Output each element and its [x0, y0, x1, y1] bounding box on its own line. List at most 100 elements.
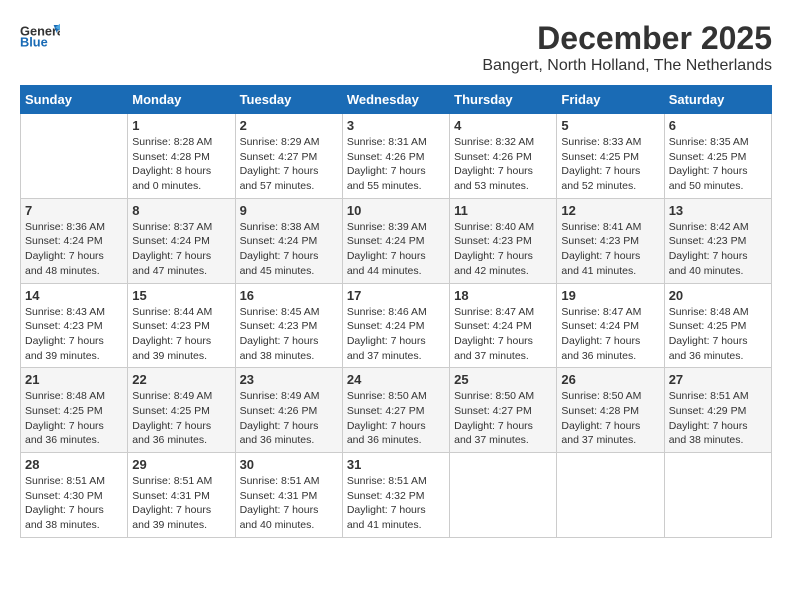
day-info: Sunrise: 8:49 AM Sunset: 4:26 PM Dayligh…	[240, 389, 338, 448]
day-number: 10	[347, 203, 445, 218]
day-number: 26	[561, 372, 659, 387]
day-info: Sunrise: 8:46 AM Sunset: 4:24 PM Dayligh…	[347, 305, 445, 364]
day-info: Sunrise: 8:37 AM Sunset: 4:24 PM Dayligh…	[132, 220, 230, 279]
day-number: 14	[25, 288, 123, 303]
calendar-cell: 22 Sunrise: 8:49 AM Sunset: 4:25 PM Dayl…	[128, 368, 235, 453]
calendar-cell: 28 Sunrise: 8:51 AM Sunset: 4:30 PM Dayl…	[21, 453, 128, 538]
day-number: 16	[240, 288, 338, 303]
day-info: Sunrise: 8:42 AM Sunset: 4:23 PM Dayligh…	[669, 220, 767, 279]
calendar-table: SundayMondayTuesdayWednesdayThursdayFrid…	[20, 85, 772, 538]
calendar-cell: 30 Sunrise: 8:51 AM Sunset: 4:31 PM Dayl…	[235, 453, 342, 538]
day-info: Sunrise: 8:50 AM Sunset: 4:27 PM Dayligh…	[454, 389, 552, 448]
day-number: 23	[240, 372, 338, 387]
calendar-cell: 6 Sunrise: 8:35 AM Sunset: 4:25 PM Dayli…	[664, 114, 771, 199]
day-info: Sunrise: 8:35 AM Sunset: 4:25 PM Dayligh…	[669, 135, 767, 194]
day-number: 31	[347, 457, 445, 472]
logo-icon: General Blue	[20, 20, 60, 50]
calendar-cell: 26 Sunrise: 8:50 AM Sunset: 4:28 PM Dayl…	[557, 368, 664, 453]
day-info: Sunrise: 8:38 AM Sunset: 4:24 PM Dayligh…	[240, 220, 338, 279]
day-number: 3	[347, 118, 445, 133]
weekday-header-sunday: Sunday	[21, 86, 128, 114]
day-number: 2	[240, 118, 338, 133]
weekday-header-tuesday: Tuesday	[235, 86, 342, 114]
day-info: Sunrise: 8:48 AM Sunset: 4:25 PM Dayligh…	[25, 389, 123, 448]
calendar-cell: 20 Sunrise: 8:48 AM Sunset: 4:25 PM Dayl…	[664, 283, 771, 368]
weekday-header-wednesday: Wednesday	[342, 86, 449, 114]
calendar-cell: 14 Sunrise: 8:43 AM Sunset: 4:23 PM Dayl…	[21, 283, 128, 368]
day-info: Sunrise: 8:51 AM Sunset: 4:31 PM Dayligh…	[132, 474, 230, 533]
day-info: Sunrise: 8:51 AM Sunset: 4:29 PM Dayligh…	[669, 389, 767, 448]
day-info: Sunrise: 8:43 AM Sunset: 4:23 PM Dayligh…	[25, 305, 123, 364]
day-info: Sunrise: 8:32 AM Sunset: 4:26 PM Dayligh…	[454, 135, 552, 194]
day-info: Sunrise: 8:50 AM Sunset: 4:27 PM Dayligh…	[347, 389, 445, 448]
weekday-header-friday: Friday	[557, 86, 664, 114]
day-number: 4	[454, 118, 552, 133]
day-number: 19	[561, 288, 659, 303]
day-number: 25	[454, 372, 552, 387]
day-info: Sunrise: 8:29 AM Sunset: 4:27 PM Dayligh…	[240, 135, 338, 194]
calendar-cell	[450, 453, 557, 538]
calendar-cell: 5 Sunrise: 8:33 AM Sunset: 4:25 PM Dayli…	[557, 114, 664, 199]
calendar-cell: 21 Sunrise: 8:48 AM Sunset: 4:25 PM Dayl…	[21, 368, 128, 453]
day-info: Sunrise: 8:41 AM Sunset: 4:23 PM Dayligh…	[561, 220, 659, 279]
day-number: 20	[669, 288, 767, 303]
day-number: 28	[25, 457, 123, 472]
calendar-cell: 16 Sunrise: 8:45 AM Sunset: 4:23 PM Dayl…	[235, 283, 342, 368]
page-header: General Blue December 2025 Bangert, Nort…	[20, 20, 772, 75]
calendar-cell: 1 Sunrise: 8:28 AM Sunset: 4:28 PM Dayli…	[128, 114, 235, 199]
calendar-cell: 18 Sunrise: 8:47 AM Sunset: 4:24 PM Dayl…	[450, 283, 557, 368]
calendar-week-row: 28 Sunrise: 8:51 AM Sunset: 4:30 PM Dayl…	[21, 453, 772, 538]
day-number: 29	[132, 457, 230, 472]
day-info: Sunrise: 8:45 AM Sunset: 4:23 PM Dayligh…	[240, 305, 338, 364]
calendar-cell: 19 Sunrise: 8:47 AM Sunset: 4:24 PM Dayl…	[557, 283, 664, 368]
calendar-cell: 9 Sunrise: 8:38 AM Sunset: 4:24 PM Dayli…	[235, 198, 342, 283]
day-number: 12	[561, 203, 659, 218]
calendar-cell: 15 Sunrise: 8:44 AM Sunset: 4:23 PM Dayl…	[128, 283, 235, 368]
day-number: 7	[25, 203, 123, 218]
day-info: Sunrise: 8:39 AM Sunset: 4:24 PM Dayligh…	[347, 220, 445, 279]
day-info: Sunrise: 8:51 AM Sunset: 4:31 PM Dayligh…	[240, 474, 338, 533]
day-info: Sunrise: 8:28 AM Sunset: 4:28 PM Dayligh…	[132, 135, 230, 194]
calendar-cell: 27 Sunrise: 8:51 AM Sunset: 4:29 PM Dayl…	[664, 368, 771, 453]
day-number: 27	[669, 372, 767, 387]
day-number: 18	[454, 288, 552, 303]
day-info: Sunrise: 8:47 AM Sunset: 4:24 PM Dayligh…	[561, 305, 659, 364]
day-number: 11	[454, 203, 552, 218]
calendar-cell: 11 Sunrise: 8:40 AM Sunset: 4:23 PM Dayl…	[450, 198, 557, 283]
calendar-cell: 7 Sunrise: 8:36 AM Sunset: 4:24 PM Dayli…	[21, 198, 128, 283]
day-info: Sunrise: 8:36 AM Sunset: 4:24 PM Dayligh…	[25, 220, 123, 279]
calendar-cell: 23 Sunrise: 8:49 AM Sunset: 4:26 PM Dayl…	[235, 368, 342, 453]
day-info: Sunrise: 8:51 AM Sunset: 4:30 PM Dayligh…	[25, 474, 123, 533]
calendar-cell: 31 Sunrise: 8:51 AM Sunset: 4:32 PM Dayl…	[342, 453, 449, 538]
day-number: 6	[669, 118, 767, 133]
day-number: 8	[132, 203, 230, 218]
day-info: Sunrise: 8:47 AM Sunset: 4:24 PM Dayligh…	[454, 305, 552, 364]
svg-text:Blue: Blue	[20, 35, 48, 50]
calendar-cell: 3 Sunrise: 8:31 AM Sunset: 4:26 PM Dayli…	[342, 114, 449, 199]
weekday-header-thursday: Thursday	[450, 86, 557, 114]
day-number: 1	[132, 118, 230, 133]
day-number: 24	[347, 372, 445, 387]
day-number: 9	[240, 203, 338, 218]
calendar-cell: 29 Sunrise: 8:51 AM Sunset: 4:31 PM Dayl…	[128, 453, 235, 538]
calendar-cell	[664, 453, 771, 538]
calendar-cell: 12 Sunrise: 8:41 AM Sunset: 4:23 PM Dayl…	[557, 198, 664, 283]
calendar-cell: 13 Sunrise: 8:42 AM Sunset: 4:23 PM Dayl…	[664, 198, 771, 283]
day-info: Sunrise: 8:40 AM Sunset: 4:23 PM Dayligh…	[454, 220, 552, 279]
day-info: Sunrise: 8:31 AM Sunset: 4:26 PM Dayligh…	[347, 135, 445, 194]
logo: General Blue	[20, 20, 60, 50]
day-info: Sunrise: 8:33 AM Sunset: 4:25 PM Dayligh…	[561, 135, 659, 194]
day-number: 17	[347, 288, 445, 303]
day-number: 30	[240, 457, 338, 472]
weekday-header-saturday: Saturday	[664, 86, 771, 114]
weekday-header-monday: Monday	[128, 86, 235, 114]
calendar-cell: 25 Sunrise: 8:50 AM Sunset: 4:27 PM Dayl…	[450, 368, 557, 453]
calendar-week-row: 7 Sunrise: 8:36 AM Sunset: 4:24 PM Dayli…	[21, 198, 772, 283]
calendar-week-row: 1 Sunrise: 8:28 AM Sunset: 4:28 PM Dayli…	[21, 114, 772, 199]
calendar-cell	[21, 114, 128, 199]
calendar-cell: 8 Sunrise: 8:37 AM Sunset: 4:24 PM Dayli…	[128, 198, 235, 283]
calendar-week-row: 14 Sunrise: 8:43 AM Sunset: 4:23 PM Dayl…	[21, 283, 772, 368]
location: Bangert, North Holland, The Netherlands	[482, 57, 772, 75]
calendar-cell: 10 Sunrise: 8:39 AM Sunset: 4:24 PM Dayl…	[342, 198, 449, 283]
calendar-cell	[557, 453, 664, 538]
